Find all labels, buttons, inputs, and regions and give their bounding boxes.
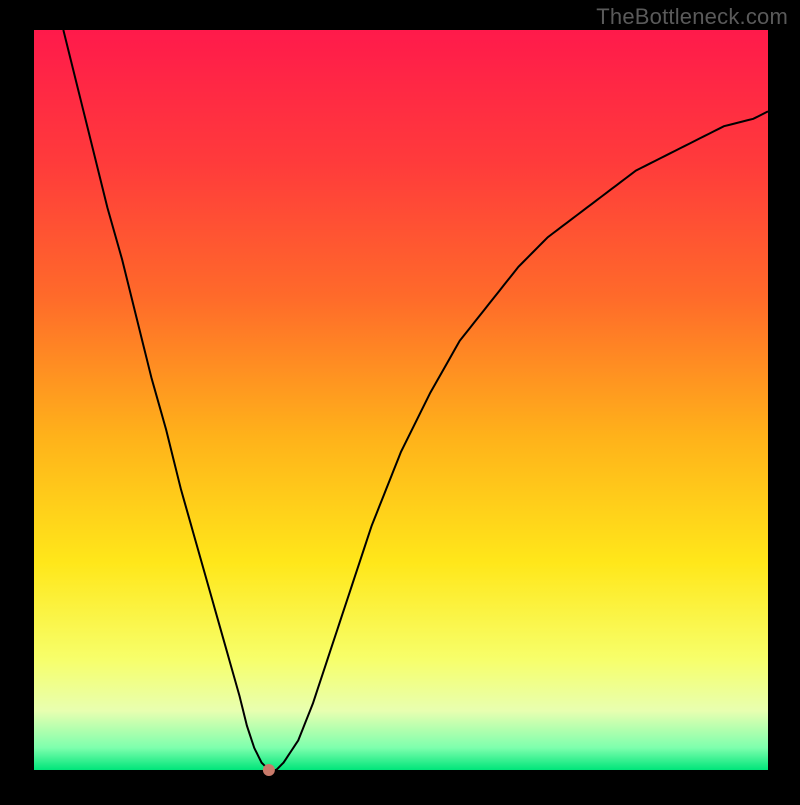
bottleneck-chart [0, 0, 800, 800]
chart-container: TheBottleneck.com [0, 0, 800, 800]
watermark-label: TheBottleneck.com [596, 4, 788, 30]
plot-background [34, 30, 768, 770]
optimal-marker [263, 764, 275, 776]
